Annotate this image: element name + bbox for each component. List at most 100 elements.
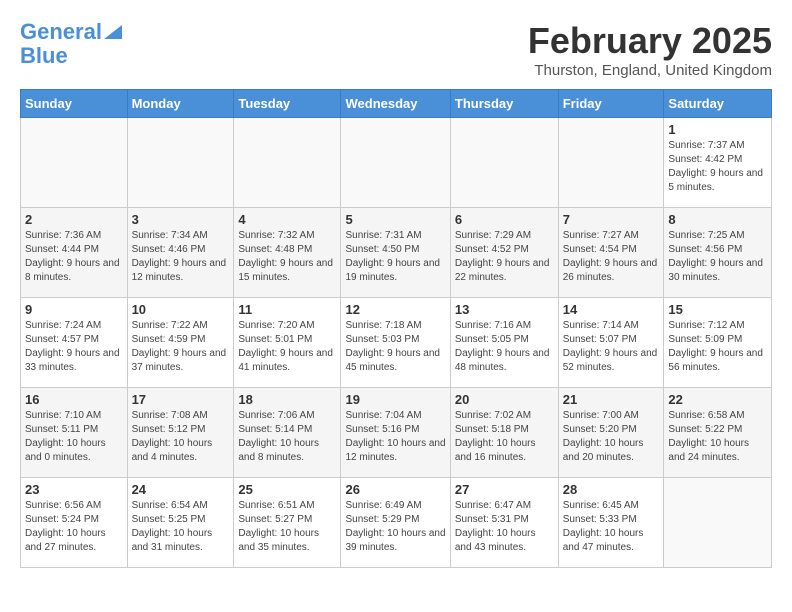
calendar-cell: 3 Sunrise: 7:34 AM Sunset: 4:46 PM Daylig… [127,208,234,298]
day-number: 9 [25,302,123,317]
day-number: 27 [455,482,554,497]
week-row-2: 2 Sunrise: 7:36 AM Sunset: 4:44 PM Daylig… [21,208,772,298]
day-info: Sunrise: 6:45 AM Sunset: 5:33 PM Dayligh… [563,499,660,555]
header-thursday: Thursday [450,90,558,118]
calendar-cell [127,118,234,208]
day-number: 11 [238,302,336,317]
calendar-cell: 10 Sunrise: 7:22 AM Sunset: 4:59 PM Dayli… [127,298,234,388]
day-info: Sunrise: 7:31 AM Sunset: 4:50 PM Dayligh… [345,229,445,285]
header-row: SundayMondayTuesdayWednesdayThursdayFrid… [21,90,772,118]
location: Thurston, England, United Kingdom [528,62,772,79]
day-info: Sunrise: 7:10 AM Sunset: 5:11 PM Dayligh… [25,409,123,465]
day-info: Sunrise: 7:25 AM Sunset: 4:56 PM Dayligh… [668,229,767,285]
day-info: Sunrise: 7:18 AM Sunset: 5:03 PM Dayligh… [345,319,445,375]
day-number: 2 [25,212,123,227]
day-info: Sunrise: 7:14 AM Sunset: 5:07 PM Dayligh… [563,319,660,375]
calendar-cell [234,118,341,208]
day-number: 28 [563,482,660,497]
day-number: 23 [25,482,123,497]
calendar-cell: 9 Sunrise: 7:24 AM Sunset: 4:57 PM Daylig… [21,298,128,388]
calendar-table: SundayMondayTuesdayWednesdayThursdayFrid… [20,89,772,568]
calendar-cell: 20 Sunrise: 7:02 AM Sunset: 5:18 PM Dayli… [450,388,558,478]
logo-blue: Blue [20,44,122,68]
day-info: Sunrise: 6:47 AM Sunset: 5:31 PM Dayligh… [455,499,554,555]
day-info: Sunrise: 7:00 AM Sunset: 5:20 PM Dayligh… [563,409,660,465]
day-info: Sunrise: 7:36 AM Sunset: 4:44 PM Dayligh… [25,229,123,285]
day-number: 1 [668,122,767,137]
day-info: Sunrise: 6:49 AM Sunset: 5:29 PM Dayligh… [345,499,445,555]
calendar-cell: 27 Sunrise: 6:47 AM Sunset: 5:31 PM Dayli… [450,478,558,568]
calendar-cell [450,118,558,208]
day-info: Sunrise: 7:37 AM Sunset: 4:42 PM Dayligh… [668,139,767,195]
day-info: Sunrise: 6:56 AM Sunset: 5:24 PM Dayligh… [25,499,123,555]
calendar-cell: 6 Sunrise: 7:29 AM Sunset: 4:52 PM Daylig… [450,208,558,298]
day-number: 8 [668,212,767,227]
day-number: 10 [132,302,230,317]
calendar-cell: 1 Sunrise: 7:37 AM Sunset: 4:42 PM Daylig… [664,118,772,208]
week-row-5: 23 Sunrise: 6:56 AM Sunset: 5:24 PM Dayli… [21,478,772,568]
calendar-cell: 15Sunrise: 7:12 AM Sunset: 5:09 PM Dayli… [664,298,772,388]
day-number: 16 [25,392,123,407]
calendar-cell: 19 Sunrise: 7:04 AM Sunset: 5:16 PM Dayli… [341,388,450,478]
day-info: Sunrise: 7:34 AM Sunset: 4:46 PM Dayligh… [132,229,230,285]
calendar-cell: 16 Sunrise: 7:10 AM Sunset: 5:11 PM Dayli… [21,388,128,478]
calendar-cell: 24Sunrise: 6:54 AM Sunset: 5:25 PM Dayli… [127,478,234,568]
day-info: Sunrise: 6:58 AM Sunset: 5:22 PM Dayligh… [668,409,767,465]
calendar-cell: 5 Sunrise: 7:31 AM Sunset: 4:50 PM Daylig… [341,208,450,298]
day-info: Sunrise: 6:51 AM Sunset: 5:27 PM Dayligh… [238,499,336,555]
calendar-cell: 26 Sunrise: 6:49 AM Sunset: 5:29 PM Dayli… [341,478,450,568]
calendar-cell [664,478,772,568]
day-number: 17 [132,392,230,407]
day-number: 22 [668,392,767,407]
calendar-cell: 25Sunrise: 6:51 AM Sunset: 5:27 PM Dayli… [234,478,341,568]
week-row-1: 1 Sunrise: 7:37 AM Sunset: 4:42 PM Daylig… [21,118,772,208]
day-info: Sunrise: 7:02 AM Sunset: 5:18 PM Dayligh… [455,409,554,465]
week-row-4: 16 Sunrise: 7:10 AM Sunset: 5:11 PM Dayli… [21,388,772,478]
logo-text: General [20,20,102,44]
header-wednesday: Wednesday [341,90,450,118]
day-number: 14 [563,302,660,317]
day-info: Sunrise: 7:04 AM Sunset: 5:16 PM Dayligh… [345,409,445,465]
day-number: 7 [563,212,660,227]
day-info: Sunrise: 7:20 AM Sunset: 5:01 PM Dayligh… [238,319,336,375]
day-number: 20 [455,392,554,407]
day-info: Sunrise: 7:16 AM Sunset: 5:05 PM Dayligh… [455,319,554,375]
day-number: 24 [132,482,230,497]
day-number: 12 [345,302,445,317]
month-title: February 2025 [528,20,772,62]
day-info: Sunrise: 7:29 AM Sunset: 4:52 PM Dayligh… [455,229,554,285]
calendar-cell [558,118,664,208]
title-section: February 2025 Thurston, England, United … [528,20,772,79]
day-number: 4 [238,212,336,227]
day-number: 18 [238,392,336,407]
page-header: General Blue February 2025 Thurston, Eng… [20,20,772,79]
day-number: 5 [345,212,445,227]
header-friday: Friday [558,90,664,118]
calendar-cell: 7 Sunrise: 7:27 AM Sunset: 4:54 PM Daylig… [558,208,664,298]
day-info: Sunrise: 7:08 AM Sunset: 5:12 PM Dayligh… [132,409,230,465]
logo: General Blue [20,20,122,68]
day-info: Sunrise: 7:24 AM Sunset: 4:57 PM Dayligh… [25,319,123,375]
day-info: Sunrise: 7:27 AM Sunset: 4:54 PM Dayligh… [563,229,660,285]
header-tuesday: Tuesday [234,90,341,118]
day-info: Sunrise: 7:22 AM Sunset: 4:59 PM Dayligh… [132,319,230,375]
calendar-cell: 13 Sunrise: 7:16 AM Sunset: 5:05 PM Dayli… [450,298,558,388]
day-info: Sunrise: 7:06 AM Sunset: 5:14 PM Dayligh… [238,409,336,465]
day-info: Sunrise: 7:32 AM Sunset: 4:48 PM Dayligh… [238,229,336,285]
week-row-3: 9 Sunrise: 7:24 AM Sunset: 4:57 PM Daylig… [21,298,772,388]
day-number: 26 [345,482,445,497]
day-number: 6 [455,212,554,227]
calendar-cell [341,118,450,208]
header-saturday: Saturday [664,90,772,118]
calendar-cell: 18 Sunrise: 7:06 AM Sunset: 5:14 PM Dayli… [234,388,341,478]
day-number: 3 [132,212,230,227]
header-sunday: Sunday [21,90,128,118]
calendar-cell: 12 Sunrise: 7:18 AM Sunset: 5:03 PM Dayli… [341,298,450,388]
calendar-cell: 17 Sunrise: 7:08 AM Sunset: 5:12 PM Dayli… [127,388,234,478]
calendar-cell: 23 Sunrise: 6:56 AM Sunset: 5:24 PM Dayli… [21,478,128,568]
logo-icon [104,21,122,39]
day-number: 19 [345,392,445,407]
calendar-cell: 21Sunrise: 7:00 AM Sunset: 5:20 PM Dayli… [558,388,664,478]
day-number: 13 [455,302,554,317]
calendar-cell: 28 Sunrise: 6:45 AM Sunset: 5:33 PM Dayli… [558,478,664,568]
